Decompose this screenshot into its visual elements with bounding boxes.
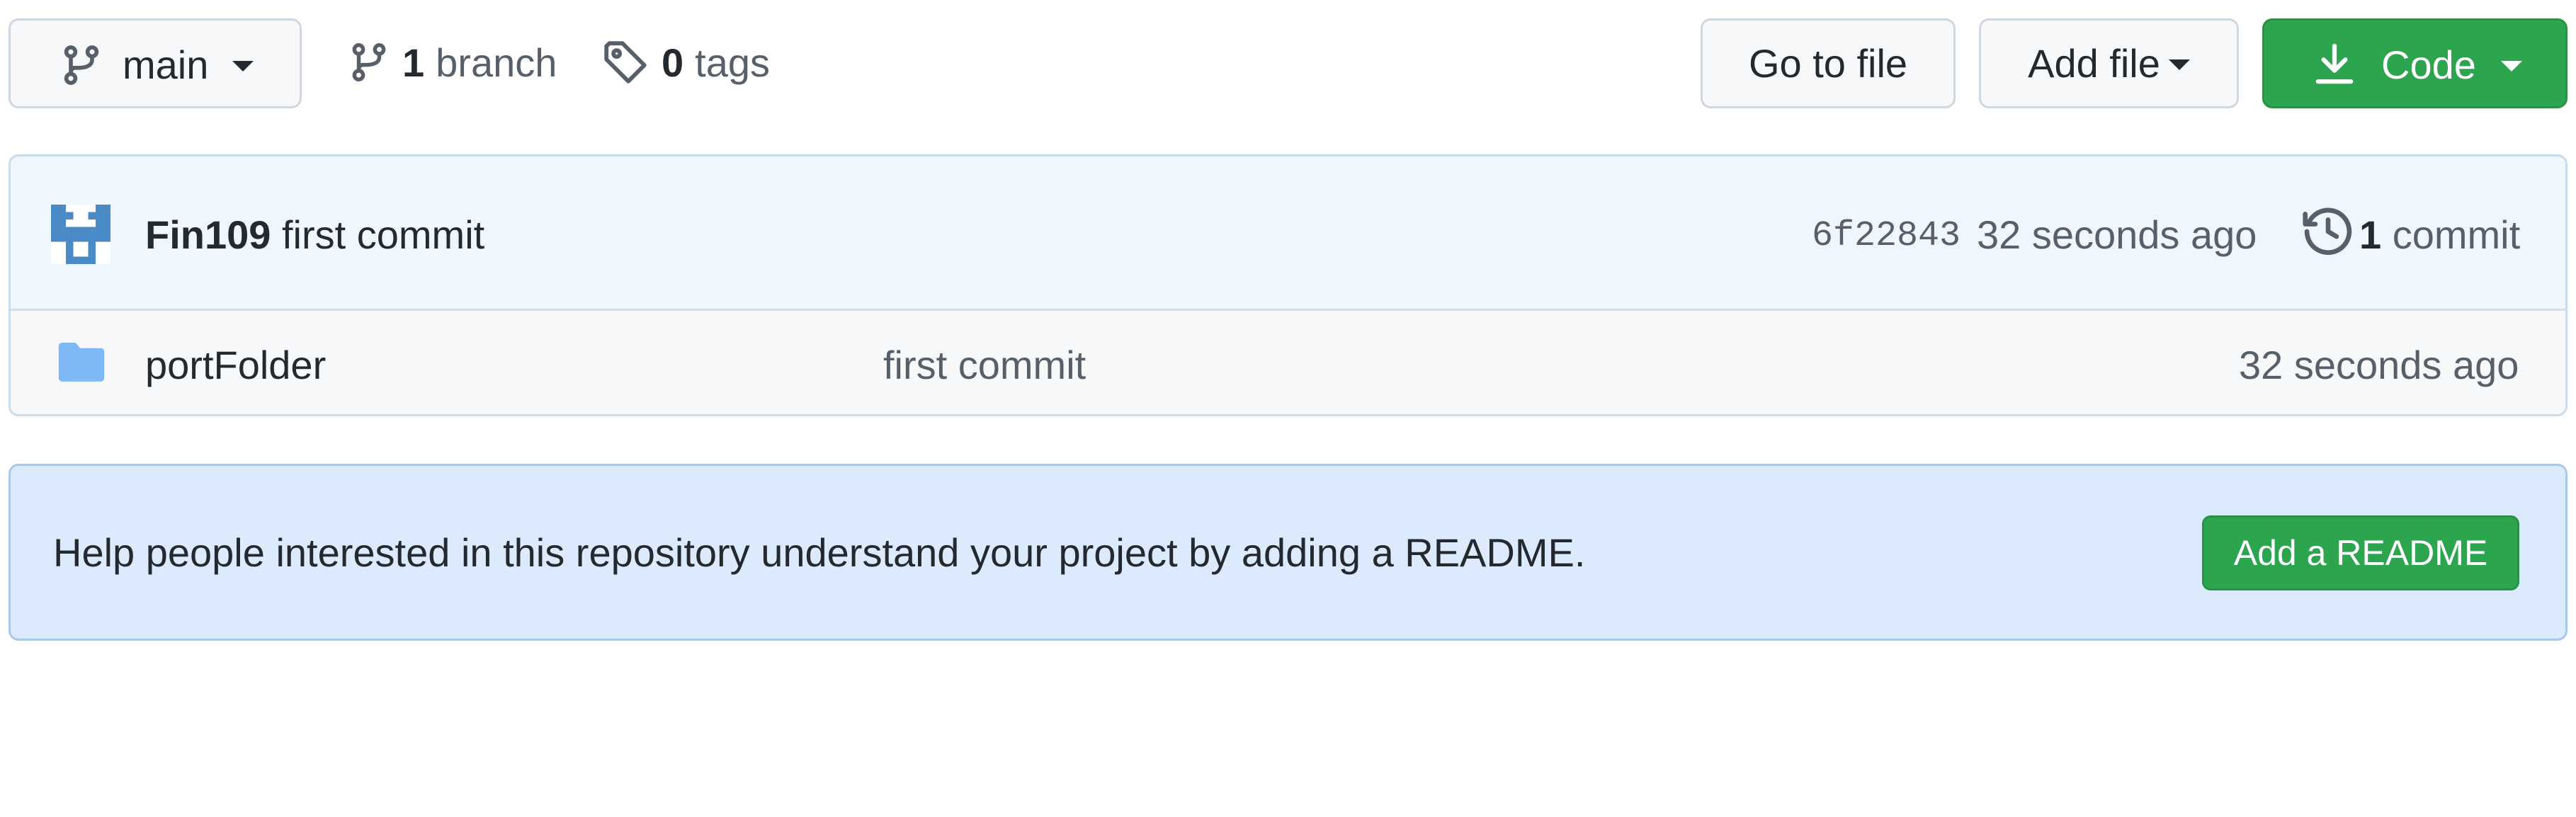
file-commit-time: 32 seconds ago (2239, 343, 2519, 387)
download-icon (2313, 42, 2356, 86)
file-browser: Fin109 first commit 6f22843 32 seconds a… (8, 154, 2568, 416)
git-branch-icon (60, 42, 103, 88)
add-file-button[interactable]: Add file (1979, 18, 2239, 108)
commits-label: commit (2392, 212, 2521, 257)
go-to-file-button[interactable]: Go to file (1701, 18, 1956, 108)
tags-label: tags (695, 40, 771, 85)
avatar[interactable] (51, 205, 110, 264)
tags-count: 0 (662, 40, 684, 85)
tags-link[interactable]: 0 tags (602, 39, 770, 86)
commits-link[interactable]: 1 commit (2359, 212, 2520, 258)
chevron-down-icon (2168, 59, 2190, 70)
commit-author[interactable]: Fin109 (145, 212, 271, 258)
branches-label: branch (436, 40, 557, 85)
chevron-down-icon (2501, 61, 2522, 72)
history-icon[interactable] (2301, 205, 2355, 258)
branch-selector-button[interactable]: main (8, 18, 302, 108)
commit-hash[interactable]: 6f22843 (1812, 216, 1961, 256)
branches-count: 1 (402, 40, 425, 85)
branches-link[interactable]: 1 branch (348, 39, 557, 86)
code-button-label: Code (2381, 42, 2476, 87)
commits-count: 1 (2359, 212, 2382, 257)
add-file-label: Add file (2028, 41, 2160, 86)
file-name[interactable]: portFolder (145, 342, 326, 388)
table-row[interactable]: portFolder first commit 32 seconds ago (11, 311, 2565, 414)
latest-commit-row: Fin109 first commit 6f22843 32 seconds a… (11, 156, 2565, 311)
commit-message[interactable]: first commit (282, 212, 484, 258)
readme-prompt-text: Help people interested in this repositor… (53, 530, 1586, 575)
tag-icon (602, 39, 649, 86)
commit-time: 32 seconds ago (1977, 212, 2257, 257)
branch-selector-label: main (123, 42, 209, 87)
folder-icon (57, 341, 106, 383)
add-readme-button[interactable]: Add a README (2202, 515, 2519, 590)
go-to-file-label: Go to file (1748, 41, 1908, 86)
file-commit-message[interactable]: first commit (883, 342, 1086, 388)
chevron-down-icon (232, 61, 254, 72)
code-button[interactable]: Code (2262, 18, 2568, 108)
git-branch-icon (348, 39, 390, 86)
